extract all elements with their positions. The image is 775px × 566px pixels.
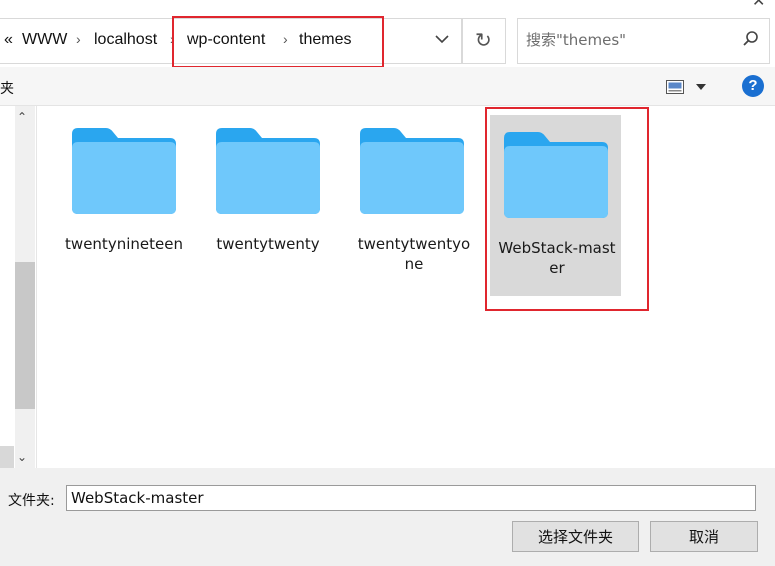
folder-name: twentytwentyone	[357, 235, 471, 273]
folder-item[interactable]: twentynineteen	[57, 126, 191, 296]
address-dropdown-button[interactable]	[425, 18, 461, 62]
cancel-button[interactable]: 取消	[650, 521, 758, 552]
toolbar	[0, 67, 775, 106]
select-folder-button[interactable]: 选择文件夹	[512, 521, 639, 552]
breadcrumb-item-localhost[interactable]: localhost	[94, 31, 157, 49]
nav-pane-edge	[0, 446, 14, 468]
new-folder-label[interactable]: 夹	[0, 78, 14, 98]
search-input[interactable]	[526, 31, 726, 49]
breadcrumb-item-wp-content[interactable]: wp-content	[187, 31, 265, 49]
folder-name: twentynineteen	[65, 235, 183, 253]
address-bar[interactable]: « WWW › localhost › wp-content › themes	[0, 18, 462, 64]
folder-name-input[interactable]	[66, 485, 756, 511]
chevron-down-icon	[435, 35, 449, 44]
chevron-right-icon[interactable]: ›	[283, 31, 288, 47]
search-box[interactable]	[517, 18, 770, 64]
chevron-right-icon[interactable]: ›	[170, 31, 175, 47]
folder-icon	[72, 128, 176, 214]
folder-item[interactable]: twentytwentyone	[345, 126, 479, 296]
refresh-button[interactable]: ↻	[462, 18, 506, 64]
view-dropdown-icon[interactable]	[696, 84, 706, 90]
refresh-icon: ↻	[475, 30, 492, 52]
folder-item[interactable]: twentytwenty	[201, 126, 335, 296]
search-icon[interactable]	[742, 30, 760, 48]
breadcrumb-overflow[interactable]: «	[4, 31, 13, 49]
folder-icon	[360, 128, 464, 214]
file-list[interactable]: twentynineteen twentytwenty twentytwenty…	[37, 106, 775, 468]
folder-icon	[216, 128, 320, 214]
folder-field-label: 文件夹:	[8, 493, 55, 509]
close-icon[interactable]: ✕	[752, 0, 765, 11]
folder-item-selected[interactable]: WebStack-master	[490, 115, 621, 296]
chevron-right-icon[interactable]: ›	[76, 31, 81, 47]
scroll-down-icon[interactable]: ⌄	[17, 450, 27, 464]
breadcrumb-item-themes[interactable]: themes	[299, 31, 351, 49]
breadcrumb-item-www[interactable]: WWW	[22, 31, 67, 49]
folder-name: twentytwenty	[216, 235, 320, 253]
help-icon[interactable]: ?	[742, 75, 764, 97]
scrollbar-thumb[interactable]	[15, 262, 35, 409]
folder-name: WebStack-master	[498, 239, 616, 277]
folder-icon	[503, 132, 608, 218]
scroll-up-icon[interactable]: ⌃	[17, 110, 27, 124]
view-options-icon[interactable]	[666, 80, 684, 94]
